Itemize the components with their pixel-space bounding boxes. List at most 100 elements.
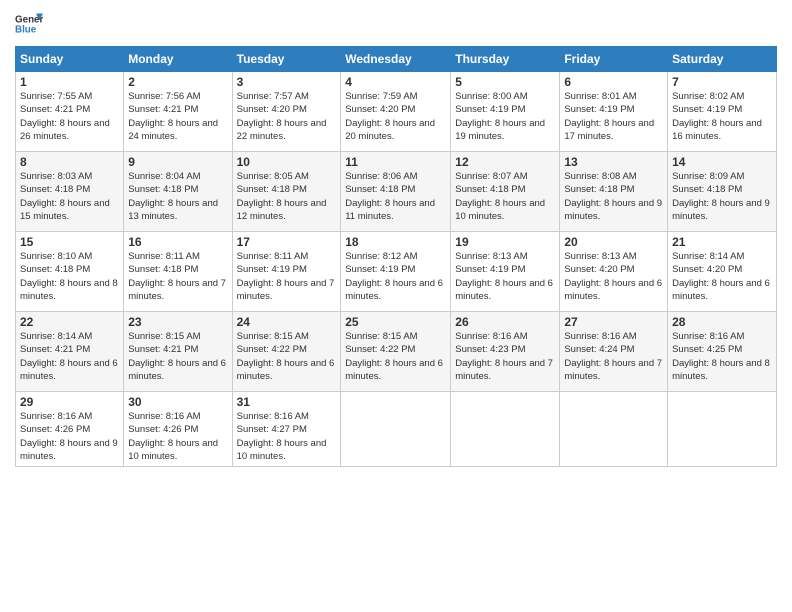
day-info: Sunrise: 8:06 AMSunset: 4:18 PMDaylight:… [345,170,446,223]
day-info: Sunrise: 7:55 AMSunset: 4:21 PMDaylight:… [20,90,119,143]
calendar-cell-24: 24Sunrise: 8:15 AMSunset: 4:22 PMDayligh… [232,312,341,392]
calendar-cell-23: 23Sunrise: 8:15 AMSunset: 4:21 PMDayligh… [124,312,232,392]
calendar-cell-31: 31Sunrise: 8:16 AMSunset: 4:27 PMDayligh… [232,392,341,467]
calendar-cell-11: 11Sunrise: 8:06 AMSunset: 4:18 PMDayligh… [341,152,451,232]
day-number: 10 [237,155,337,169]
day-info: Sunrise: 8:02 AMSunset: 4:19 PMDaylight:… [672,90,772,143]
calendar-cell-20: 20Sunrise: 8:13 AMSunset: 4:20 PMDayligh… [560,232,668,312]
day-number: 15 [20,235,119,249]
day-info: Sunrise: 8:15 AMSunset: 4:22 PMDaylight:… [345,330,446,383]
logo-icon: General Blue [15,10,43,38]
calendar-cell-7: 7Sunrise: 8:02 AMSunset: 4:19 PMDaylight… [668,72,777,152]
day-number: 6 [564,75,663,89]
day-number: 9 [128,155,227,169]
calendar-cell-27: 27Sunrise: 8:16 AMSunset: 4:24 PMDayligh… [560,312,668,392]
day-info: Sunrise: 8:16 AMSunset: 4:27 PMDaylight:… [237,410,337,463]
page: General Blue SundayMondayTuesdayWednesda… [0,0,792,612]
calendar-cell-21: 21Sunrise: 8:14 AMSunset: 4:20 PMDayligh… [668,232,777,312]
day-info: Sunrise: 8:14 AMSunset: 4:20 PMDaylight:… [672,250,772,303]
day-number: 14 [672,155,772,169]
day-number: 11 [345,155,446,169]
day-info: Sunrise: 8:03 AMSunset: 4:18 PMDaylight:… [20,170,119,223]
col-header-sunday: Sunday [16,47,124,72]
day-info: Sunrise: 8:05 AMSunset: 4:18 PMDaylight:… [237,170,337,223]
calendar-cell-1: 1Sunrise: 7:55 AMSunset: 4:21 PMDaylight… [16,72,124,152]
calendar-cell-2: 2Sunrise: 7:56 AMSunset: 4:21 PMDaylight… [124,72,232,152]
day-info: Sunrise: 8:11 AMSunset: 4:19 PMDaylight:… [237,250,337,303]
calendar-cell-25: 25Sunrise: 8:15 AMSunset: 4:22 PMDayligh… [341,312,451,392]
day-number: 16 [128,235,227,249]
calendar-cell-22: 22Sunrise: 8:14 AMSunset: 4:21 PMDayligh… [16,312,124,392]
day-info: Sunrise: 8:16 AMSunset: 4:23 PMDaylight:… [455,330,555,383]
col-header-monday: Monday [124,47,232,72]
col-header-wednesday: Wednesday [341,47,451,72]
calendar-cell-17: 17Sunrise: 8:11 AMSunset: 4:19 PMDayligh… [232,232,341,312]
calendar-cell-30: 30Sunrise: 8:16 AMSunset: 4:26 PMDayligh… [124,392,232,467]
empty-cell [560,392,668,467]
calendar-cell-6: 6Sunrise: 8:01 AMSunset: 4:19 PMDaylight… [560,72,668,152]
day-number: 8 [20,155,119,169]
calendar-cell-3: 3Sunrise: 7:57 AMSunset: 4:20 PMDaylight… [232,72,341,152]
day-number: 31 [237,395,337,409]
day-info: Sunrise: 8:01 AMSunset: 4:19 PMDaylight:… [564,90,663,143]
day-number: 19 [455,235,555,249]
day-number: 2 [128,75,227,89]
day-number: 3 [237,75,337,89]
day-info: Sunrise: 8:13 AMSunset: 4:19 PMDaylight:… [455,250,555,303]
calendar-cell-5: 5Sunrise: 8:00 AMSunset: 4:19 PMDaylight… [451,72,560,152]
day-info: Sunrise: 8:16 AMSunset: 4:24 PMDaylight:… [564,330,663,383]
empty-cell [668,392,777,467]
calendar-cell-9: 9Sunrise: 8:04 AMSunset: 4:18 PMDaylight… [124,152,232,232]
day-number: 4 [345,75,446,89]
day-number: 29 [20,395,119,409]
day-info: Sunrise: 8:14 AMSunset: 4:21 PMDaylight:… [20,330,119,383]
header: General Blue [15,10,777,38]
day-number: 23 [128,315,227,329]
calendar-cell-28: 28Sunrise: 8:16 AMSunset: 4:25 PMDayligh… [668,312,777,392]
day-number: 1 [20,75,119,89]
calendar-cell-29: 29Sunrise: 8:16 AMSunset: 4:26 PMDayligh… [16,392,124,467]
day-info: Sunrise: 8:10 AMSunset: 4:18 PMDaylight:… [20,250,119,303]
day-number: 27 [564,315,663,329]
col-header-saturday: Saturday [668,47,777,72]
day-info: Sunrise: 8:11 AMSunset: 4:18 PMDaylight:… [128,250,227,303]
day-info: Sunrise: 8:15 AMSunset: 4:21 PMDaylight:… [128,330,227,383]
calendar-table: SundayMondayTuesdayWednesdayThursdayFrid… [15,46,777,467]
day-number: 24 [237,315,337,329]
day-info: Sunrise: 8:16 AMSunset: 4:25 PMDaylight:… [672,330,772,383]
day-number: 20 [564,235,663,249]
calendar-cell-16: 16Sunrise: 8:11 AMSunset: 4:18 PMDayligh… [124,232,232,312]
calendar-cell-12: 12Sunrise: 8:07 AMSunset: 4:18 PMDayligh… [451,152,560,232]
empty-cell [451,392,560,467]
calendar-cell-10: 10Sunrise: 8:05 AMSunset: 4:18 PMDayligh… [232,152,341,232]
day-number: 30 [128,395,227,409]
day-info: Sunrise: 8:04 AMSunset: 4:18 PMDaylight:… [128,170,227,223]
col-header-friday: Friday [560,47,668,72]
calendar-cell-14: 14Sunrise: 8:09 AMSunset: 4:18 PMDayligh… [668,152,777,232]
calendar-cell-18: 18Sunrise: 8:12 AMSunset: 4:19 PMDayligh… [341,232,451,312]
calendar-cell-8: 8Sunrise: 8:03 AMSunset: 4:18 PMDaylight… [16,152,124,232]
calendar-cell-13: 13Sunrise: 8:08 AMSunset: 4:18 PMDayligh… [560,152,668,232]
col-header-tuesday: Tuesday [232,47,341,72]
empty-cell [341,392,451,467]
day-info: Sunrise: 8:12 AMSunset: 4:19 PMDaylight:… [345,250,446,303]
day-number: 22 [20,315,119,329]
day-number: 7 [672,75,772,89]
calendar-cell-15: 15Sunrise: 8:10 AMSunset: 4:18 PMDayligh… [16,232,124,312]
day-info: Sunrise: 7:57 AMSunset: 4:20 PMDaylight:… [237,90,337,143]
day-info: Sunrise: 8:13 AMSunset: 4:20 PMDaylight:… [564,250,663,303]
svg-text:Blue: Blue [15,24,37,35]
day-info: Sunrise: 8:00 AMSunset: 4:19 PMDaylight:… [455,90,555,143]
logo: General Blue [15,10,43,38]
day-info: Sunrise: 8:15 AMSunset: 4:22 PMDaylight:… [237,330,337,383]
day-number: 28 [672,315,772,329]
day-info: Sunrise: 8:07 AMSunset: 4:18 PMDaylight:… [455,170,555,223]
day-info: Sunrise: 8:16 AMSunset: 4:26 PMDaylight:… [128,410,227,463]
day-number: 18 [345,235,446,249]
day-info: Sunrise: 8:16 AMSunset: 4:26 PMDaylight:… [20,410,119,463]
day-number: 12 [455,155,555,169]
day-number: 5 [455,75,555,89]
day-info: Sunrise: 8:09 AMSunset: 4:18 PMDaylight:… [672,170,772,223]
day-info: Sunrise: 7:56 AMSunset: 4:21 PMDaylight:… [128,90,227,143]
day-info: Sunrise: 7:59 AMSunset: 4:20 PMDaylight:… [345,90,446,143]
